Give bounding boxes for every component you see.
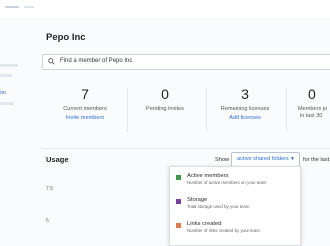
dropdown-option-storage[interactable]: Storage Total storage used by your team xyxy=(176,197,296,217)
search-placeholder: Find a member of Pepo Inc xyxy=(60,58,133,64)
dropdown-option-links-created[interactable]: Links created Number of links created by… xyxy=(176,221,296,241)
metric-dropdown-menu: Active members Number of active members … xyxy=(169,166,301,246)
show-label: Show xyxy=(215,157,229,163)
stat-label: Pending invites xyxy=(146,106,184,112)
stat-number: 0 xyxy=(161,86,169,102)
metric-select-value: active shared folders xyxy=(237,156,289,162)
divider xyxy=(206,88,207,132)
color-swatch xyxy=(176,223,181,228)
stat-number: 7 xyxy=(81,86,89,102)
stat-number: 3 xyxy=(241,86,249,102)
search-input[interactable]: Find a member of Pepo Inc xyxy=(42,54,330,70)
dropdown-option-active-members[interactable]: Active members Number of active members … xyxy=(176,173,296,193)
stat-sublabel: in last 30 xyxy=(300,113,323,119)
y-tick: 7.5 xyxy=(46,186,53,192)
stat-label: Members jo xyxy=(298,106,328,112)
stat-number: 0 xyxy=(308,86,316,102)
option-description: Total storage used by your team xyxy=(187,204,250,209)
chevron-down-icon: ▼ xyxy=(290,156,295,162)
option-title: Storage xyxy=(187,197,208,203)
sidebar-item[interactable] xyxy=(0,102,14,105)
nav-placeholder xyxy=(24,6,34,8)
main-content: Pepo Inc Find a member of Pepo Inc 7 Cur… xyxy=(30,18,330,246)
stat-current-members: 7 Current members Invite members xyxy=(50,86,120,121)
stat-members-joined: 0 Members jo in last 30 xyxy=(290,86,330,119)
add-licenses-link[interactable]: Add licenses xyxy=(210,115,280,121)
sidebar-item[interactable] xyxy=(0,74,12,77)
sidebar-item[interactable] xyxy=(0,64,18,67)
sidebar: on xyxy=(0,18,30,242)
top-bar xyxy=(0,0,330,19)
sidebar-link[interactable]: on xyxy=(0,90,30,96)
stat-label: Current members xyxy=(63,106,107,112)
stat-remaining-licenses: 3 Remaining licenses Add licenses xyxy=(210,86,280,121)
color-swatch xyxy=(176,199,181,204)
usage-title: Usage xyxy=(46,155,69,164)
option-title: Links created xyxy=(187,221,222,227)
logo-placeholder xyxy=(5,6,19,8)
option-description: Number of active members on your team xyxy=(187,180,267,185)
section-divider xyxy=(42,148,330,149)
option-description: Number of links created by your team xyxy=(187,228,260,233)
search-icon xyxy=(48,58,55,65)
page-title: Pepo Inc xyxy=(46,32,86,43)
stat-label: Remaining licenses xyxy=(220,106,270,112)
invite-members-link[interactable]: Invite members xyxy=(50,115,120,121)
stat-pending-invites: 0 Pending invites xyxy=(130,86,200,112)
period-label: for the last xyxy=(303,157,330,163)
divider xyxy=(286,88,287,132)
divider xyxy=(127,88,128,132)
metric-select[interactable]: active shared folders ▼ xyxy=(231,152,300,167)
y-tick: 5 xyxy=(46,218,49,224)
option-title: Active members xyxy=(187,173,229,179)
color-swatch xyxy=(176,175,181,180)
